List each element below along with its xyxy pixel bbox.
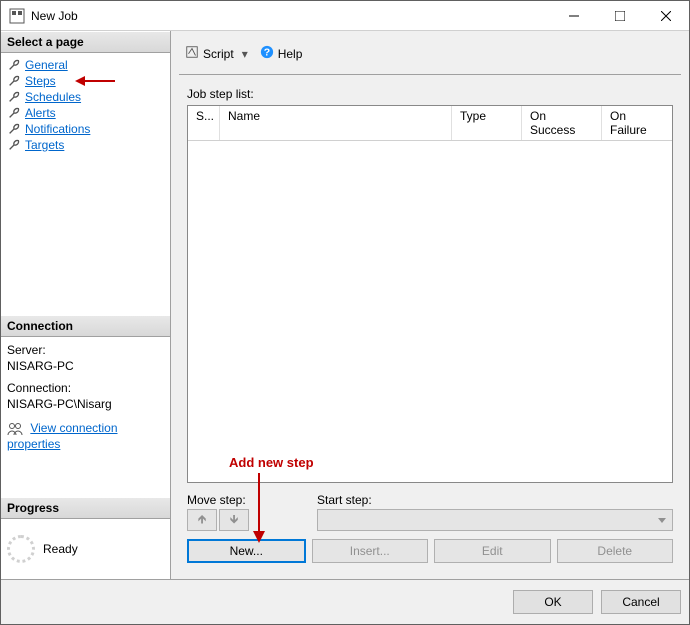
progress-header: Progress — [1, 497, 170, 519]
annotation-arrow-icon — [75, 74, 115, 88]
progress-panel: Ready — [1, 519, 170, 579]
insert-step-label: Insert... — [350, 544, 390, 558]
connection-value: NISARG-PC\Nisarg — [7, 397, 164, 411]
server-label: Server: — [7, 343, 164, 357]
group-icon — [7, 421, 23, 437]
job-step-list-label: Job step list: — [187, 87, 673, 101]
wrench-icon — [7, 90, 21, 104]
select-page-header: Select a page — [1, 31, 170, 53]
sidebar-item-label: Steps — [25, 74, 56, 88]
sidebar: Select a page General Steps Schedules — [1, 31, 171, 579]
new-step-button[interactable]: New... — [187, 539, 306, 563]
sidebar-item-schedules[interactable]: Schedules — [3, 89, 168, 105]
wrench-icon — [7, 58, 21, 72]
edit-step-button[interactable]: Edit — [434, 539, 551, 563]
move-up-button[interactable]: 🡹 — [187, 509, 217, 531]
move-down-button[interactable]: 🡻 — [219, 509, 249, 531]
col-on-success[interactable]: On Success — [522, 106, 602, 140]
ok-button[interactable]: OK — [513, 590, 593, 614]
edit-step-label: Edit — [482, 544, 503, 558]
arrow-up-icon: 🡹 — [198, 510, 207, 531]
action-buttons: New... Insert... Edit Delete — [187, 539, 673, 563]
toolbar: Script ▾ ? Help — [179, 39, 681, 68]
new-step-label: New... — [230, 544, 263, 558]
titlebar: New Job — [1, 1, 689, 31]
sidebar-item-general[interactable]: General — [3, 57, 168, 73]
col-on-failure[interactable]: On Failure — [602, 106, 672, 140]
delete-step-label: Delete — [597, 544, 632, 558]
dialog-window: New Job Select a page General Steps — [0, 0, 690, 625]
dropdown-arrow-icon: ▾ — [242, 47, 248, 61]
content-area: Job step list: S... Name Type On Success… — [179, 74, 681, 579]
sidebar-item-label: Schedules — [25, 90, 81, 104]
view-connection-link-label: View connection properties — [7, 421, 118, 451]
help-label: Help — [278, 47, 303, 61]
step-controls: Move step: 🡹 🡻 Start step: — [187, 493, 673, 531]
main-panel: Script ▾ ? Help Job step list: S... Name… — [171, 31, 689, 579]
wrench-icon — [7, 138, 21, 152]
col-name[interactable]: Name — [220, 106, 452, 140]
dialog-footer: OK Cancel — [1, 579, 689, 624]
ok-label: OK — [544, 595, 561, 609]
arrow-down-icon: 🡻 — [230, 510, 239, 531]
close-button[interactable] — [643, 1, 689, 30]
list-header: S... Name Type On Success On Failure — [188, 106, 672, 141]
cancel-button[interactable]: Cancel — [601, 590, 681, 614]
wrench-icon — [7, 106, 21, 120]
window-title: New Job — [31, 9, 551, 23]
wrench-icon — [7, 122, 21, 136]
connection-panel: Server: NISARG-PC Connection: NISARG-PC\… — [1, 337, 170, 457]
window-controls — [551, 1, 689, 30]
app-icon — [9, 8, 25, 24]
sidebar-item-alerts[interactable]: Alerts — [3, 105, 168, 121]
svg-text:?: ? — [264, 47, 270, 59]
sidebar-item-steps[interactable]: Steps — [3, 73, 168, 89]
server-value: NISARG-PC — [7, 359, 164, 373]
maximize-button[interactable] — [597, 1, 643, 30]
sidebar-item-notifications[interactable]: Notifications — [3, 121, 168, 137]
sidebar-item-label: Notifications — [25, 122, 90, 136]
job-step-list[interactable]: S... Name Type On Success On Failure — [187, 105, 673, 483]
minimize-button[interactable] — [551, 1, 597, 30]
connection-label: Connection: — [7, 381, 164, 395]
sidebar-item-label: General — [25, 58, 68, 72]
view-connection-link[interactable]: View connection properties — [7, 421, 164, 451]
help-button[interactable]: ? Help — [256, 43, 307, 64]
progress-status: Ready — [43, 542, 78, 556]
page-list: General Steps Schedules Alerts No — [1, 53, 170, 157]
sidebar-item-targets[interactable]: Targets — [3, 137, 168, 153]
start-step-label: Start step: — [317, 493, 673, 507]
insert-step-button[interactable]: Insert... — [312, 539, 429, 563]
delete-step-button[interactable]: Delete — [557, 539, 674, 563]
col-type[interactable]: Type — [452, 106, 522, 140]
script-button[interactable]: Script ▾ — [181, 43, 252, 64]
help-icon: ? — [260, 45, 274, 62]
start-step-combo[interactable] — [317, 509, 673, 531]
wrench-icon — [7, 74, 21, 88]
list-body-empty — [188, 141, 672, 482]
script-label: Script — [203, 47, 234, 61]
col-step-num[interactable]: S... — [188, 106, 220, 140]
connection-header: Connection — [1, 315, 170, 337]
sidebar-item-label: Targets — [25, 138, 64, 152]
sidebar-item-label: Alerts — [25, 106, 56, 120]
cancel-label: Cancel — [622, 595, 659, 609]
spinner-icon — [7, 535, 35, 563]
script-icon — [185, 45, 199, 62]
move-step-label: Move step: — [187, 493, 297, 507]
